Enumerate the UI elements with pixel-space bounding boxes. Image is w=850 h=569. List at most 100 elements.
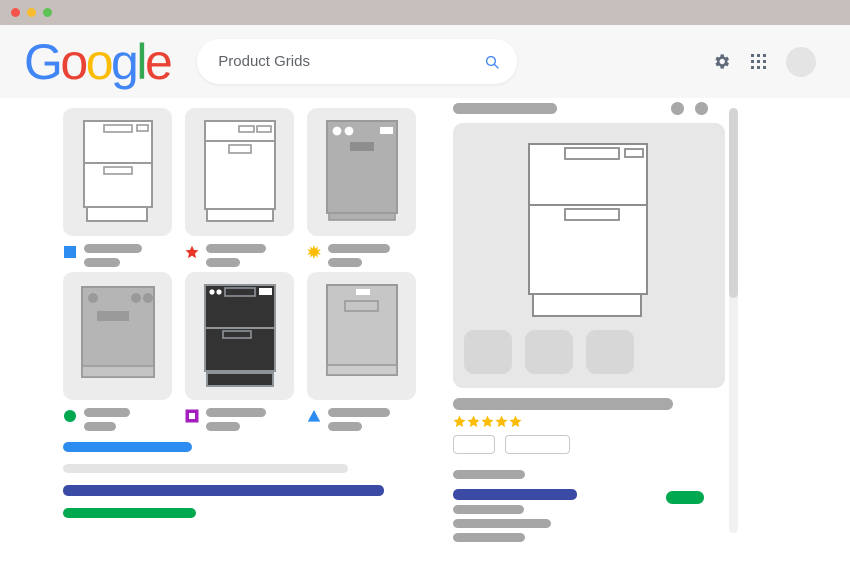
thumbnail-2[interactable] xyxy=(525,330,573,374)
search-bar[interactable]: Product Grids xyxy=(197,39,518,84)
star-icon xyxy=(509,415,522,428)
placeholder-line xyxy=(328,422,362,431)
detail-action-pill[interactable] xyxy=(666,491,704,504)
search-input[interactable]: Product Grids xyxy=(218,53,484,70)
logo-letter-o2: o xyxy=(85,33,114,90)
detail-thumbnail-row xyxy=(464,330,634,374)
placeholder-line xyxy=(206,422,240,431)
option-dot-1[interactable] xyxy=(671,101,684,115)
option-dot-2[interactable] xyxy=(695,101,708,115)
main-content xyxy=(0,98,850,569)
detail-panel-header xyxy=(453,101,728,115)
logo-letter-o1: o xyxy=(60,33,88,90)
logo-letter-e: e xyxy=(144,33,173,90)
placeholder-line xyxy=(84,244,142,253)
detail-heading-bar[interactable] xyxy=(453,489,577,500)
appliance-illustration-gray-knobs xyxy=(325,120,398,221)
browser-window: G o o g l e Product Grids xyxy=(0,0,850,569)
logo-letter-g1: G xyxy=(24,33,63,90)
product-image-3[interactable] xyxy=(307,108,416,236)
placeholder-line xyxy=(84,422,116,431)
logo-letter-g2: g xyxy=(111,33,139,90)
placeholder-line xyxy=(328,244,390,253)
detail-lower-section xyxy=(453,489,728,542)
product-card-4[interactable] xyxy=(63,272,172,431)
window-minimize-button[interactable] xyxy=(27,8,36,17)
product-image-1[interactable] xyxy=(63,108,172,236)
product-meta-5 xyxy=(185,408,294,431)
primary-link-bar[interactable] xyxy=(63,442,192,452)
blue-square-badge-icon xyxy=(64,246,76,258)
product-grid-row xyxy=(63,272,418,431)
detail-lower-text-group xyxy=(453,489,577,542)
page-scrollbar-thumb[interactable] xyxy=(729,108,738,298)
detail-option-button-2[interactable] xyxy=(505,435,570,454)
product-text-placeholder-1 xyxy=(84,244,142,267)
star-icon xyxy=(467,415,480,428)
product-grid xyxy=(63,108,418,436)
thumbnail-3[interactable] xyxy=(586,330,634,374)
purple-square-badge-icon xyxy=(185,409,199,423)
placeholder-line xyxy=(206,258,240,267)
detail-hero-image[interactable] xyxy=(453,123,725,388)
bottom-bar-group xyxy=(63,442,393,530)
header-actions xyxy=(712,46,828,77)
google-logo[interactable]: G o o g l e xyxy=(24,33,173,90)
rating-stars[interactable] xyxy=(453,415,728,428)
product-text-placeholder-3 xyxy=(328,244,390,267)
star-icon xyxy=(453,415,466,428)
settings-gear-icon[interactable] xyxy=(712,52,731,71)
detail-option-button-1[interactable] xyxy=(453,435,495,454)
product-image-4[interactable] xyxy=(63,272,172,400)
detail-product-title-placeholder xyxy=(453,398,673,410)
appliance-illustration-light-gray-panel xyxy=(325,284,398,376)
indigo-wide-bar[interactable] xyxy=(63,485,384,496)
detail-title-placeholder xyxy=(453,102,557,114)
appliance-illustration-white-two-drawer xyxy=(82,120,153,222)
apps-grid-icon[interactable] xyxy=(750,53,767,70)
product-card-3[interactable] xyxy=(307,108,416,267)
product-meta-3 xyxy=(307,244,416,267)
appliance-illustration-gray-plain xyxy=(80,286,155,378)
product-meta-1 xyxy=(63,244,172,267)
product-grid-row xyxy=(63,108,418,267)
product-image-2[interactable] xyxy=(185,108,294,236)
green-bar[interactable] xyxy=(63,508,196,518)
star-icon xyxy=(495,415,508,428)
placeholder-line xyxy=(328,258,362,267)
product-meta-2 xyxy=(185,244,294,267)
thumbnail-1[interactable] xyxy=(464,330,512,374)
product-text-placeholder-5 xyxy=(206,408,266,431)
detail-text-line xyxy=(453,533,525,542)
window-maximize-button[interactable] xyxy=(43,8,52,17)
product-card-1[interactable] xyxy=(63,108,172,267)
placeholder-line xyxy=(206,408,266,417)
detail-text-line xyxy=(453,519,551,528)
product-card-6[interactable] xyxy=(307,272,416,431)
product-text-placeholder-2 xyxy=(206,244,266,267)
product-meta-6 xyxy=(307,408,416,431)
product-image-5[interactable] xyxy=(185,272,294,400)
product-image-6[interactable] xyxy=(307,272,416,400)
avatar[interactable] xyxy=(786,46,816,77)
detail-text-line xyxy=(453,505,524,514)
product-text-placeholder-4 xyxy=(84,408,130,431)
yellow-sunburst-badge-icon xyxy=(307,245,321,259)
product-text-placeholder-6 xyxy=(328,408,390,431)
detail-section-label-placeholder xyxy=(453,470,525,479)
window-close-button[interactable] xyxy=(11,8,20,17)
appliance-illustration-black-two-drawer xyxy=(203,284,276,387)
star-icon xyxy=(481,415,494,428)
product-meta-4 xyxy=(63,408,172,431)
appliance-illustration-white-two-drawer-large xyxy=(528,143,648,317)
muted-text-bar xyxy=(63,464,348,473)
product-card-5[interactable] xyxy=(185,272,294,431)
product-card-2[interactable] xyxy=(185,108,294,267)
green-circle-badge-icon xyxy=(64,410,76,422)
google-header: G o o g l e Product Grids xyxy=(0,25,850,98)
placeholder-line xyxy=(328,408,390,417)
page-scrollbar[interactable] xyxy=(729,108,738,533)
detail-option-dots xyxy=(671,101,728,115)
placeholder-line xyxy=(84,408,130,417)
search-icon[interactable] xyxy=(484,54,500,70)
